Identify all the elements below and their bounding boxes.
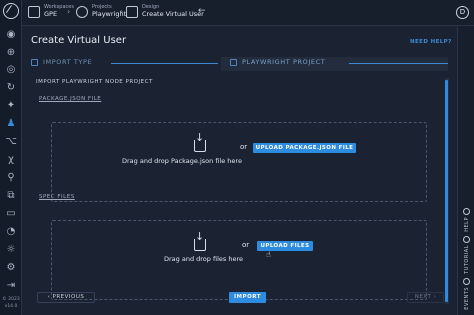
previous-button[interactable]: ‹ PREVIOUS	[37, 292, 95, 303]
users-icon[interactable]: ♟	[5, 118, 17, 130]
step-label: PLAYWRIGHT PROJECT	[242, 58, 326, 66]
previous-label: PREVIOUS	[52, 294, 85, 300]
or-text: or	[242, 241, 250, 249]
tutorial-icon	[463, 236, 470, 243]
tray-icon	[194, 140, 206, 152]
breadcrumb-design[interactable]: Design Create Virtual User	[126, 4, 204, 19]
design-icon	[126, 5, 138, 18]
stepper: IMPORT TYPE PLAYWRIGHT PROJECT	[31, 57, 448, 71]
plug-icon[interactable]: ⚲	[5, 172, 17, 184]
spec-files-label: SPEC FILES	[39, 194, 75, 200]
bug-icon[interactable]: ☼	[5, 244, 17, 256]
gauge-icon[interactable]: ◔	[5, 226, 17, 238]
section-title: IMPORT PLAYWRIGHT NODE PROJECT	[36, 79, 153, 85]
design-name: Create Virtual User	[142, 10, 204, 18]
tray-icon	[194, 239, 206, 251]
scrollbar-thumb[interactable]	[445, 80, 448, 302]
right-rail: HELP TUTORIAL EVENTS	[457, 26, 474, 315]
dashboard-icon[interactable]: ◉	[5, 29, 17, 41]
cursor-icon: ☝	[266, 250, 271, 259]
spec-drop-text: Drag and drop files here	[164, 255, 243, 263]
workspace-icon	[28, 5, 40, 18]
package-json-label: PACKAGE.JSON FILE	[39, 96, 102, 102]
next-button[interactable]: NEXT ›	[407, 292, 444, 303]
app-window: ◉ ⊕ ◎ ↻ ✦ ♟ ⌥ χ ⚲ ⧉ ▭ ◔ ☼ ⚙ ⇥ © 2023 v14…	[0, 0, 474, 315]
arrow-left-icon[interactable]: ←	[198, 6, 206, 16]
logo-icon[interactable]	[3, 3, 19, 19]
step-connector	[349, 63, 448, 64]
chevron-right-icon: ›	[67, 7, 71, 16]
help-icon	[463, 208, 470, 215]
network-icon[interactable]: ⧉	[5, 190, 17, 202]
step-import-type[interactable]: IMPORT TYPE	[31, 58, 92, 66]
upload-package-json-button[interactable]: UPLOAD PACKAGE.JSON FILE	[253, 143, 356, 153]
footer-bar: ‹ PREVIOUS IMPORT NEXT ›	[22, 288, 457, 315]
next-label: NEXT	[414, 294, 432, 300]
events-icon	[463, 278, 470, 285]
collapse-icon[interactable]: ⇥	[5, 280, 17, 292]
step-label: IMPORT TYPE	[43, 58, 93, 66]
rail-events-label: EVENTS	[463, 287, 470, 310]
import-icon	[31, 58, 38, 66]
design-icon[interactable]: ✦	[5, 100, 17, 112]
terminal-icon[interactable]: ▭	[5, 208, 17, 220]
project-icon	[76, 5, 88, 18]
rail-tutorial-label: TUTORIAL	[463, 245, 470, 274]
package-json-dropzone[interactable]: ↓ Drag and drop Package.json file here o…	[51, 122, 427, 202]
left-sidebar: ◉ ⊕ ◎ ↻ ✦ ♟ ⌥ χ ⚲ ⧉ ▭ ◔ ☼ ⚙ ⇥ © 2023 v14…	[0, 0, 22, 315]
package-drop-text: Drag and drop Package.json file here	[122, 157, 242, 165]
formula-icon[interactable]: χ	[5, 154, 17, 166]
need-help-link[interactable]: NEED HELP?	[410, 39, 452, 45]
or-text: or	[240, 143, 248, 151]
settings-icon[interactable]: ⚙	[5, 262, 17, 274]
breadcrumb-project[interactable]: Projects Playwright	[76, 4, 126, 19]
top-bar: Workspaces GPE › Projects Playwright › D…	[22, 0, 474, 26]
chevron-right-icon: ›	[120, 7, 124, 16]
page-title: Create Virtual User	[31, 35, 127, 46]
recorder-icon[interactable]: ◎	[5, 64, 17, 76]
avatar[interactable]: D	[456, 6, 469, 19]
globe-icon[interactable]: ⊕	[5, 47, 17, 59]
version-text: v14.0	[4, 304, 18, 309]
graph-icon[interactable]: ⌥	[5, 136, 17, 148]
rail-help-label: HELP	[463, 217, 470, 232]
step-connector	[111, 63, 218, 64]
rail-help[interactable]: HELP	[460, 208, 473, 232]
rail-tutorial[interactable]: TUTORIAL	[460, 236, 473, 274]
sync-icon[interactable]: ↻	[5, 82, 17, 94]
playwright-icon	[230, 58, 237, 66]
rail-events[interactable]: EVENTS	[460, 278, 473, 310]
copyright-text: © 2023	[2, 297, 20, 302]
step-playwright-project[interactable]: PLAYWRIGHT PROJECT	[230, 58, 325, 66]
import-button[interactable]: IMPORT	[229, 292, 266, 303]
main-content: Create Virtual User NEED HELP? IMPORT TY…	[22, 26, 457, 315]
